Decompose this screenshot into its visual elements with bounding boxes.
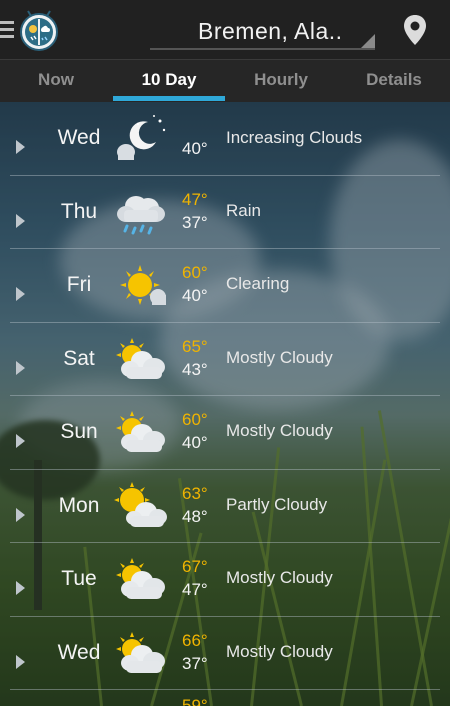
low-temp: 37° [182, 653, 208, 673]
condition-text: Clearing [226, 274, 290, 293]
expand-arrow-icon[interactable] [16, 434, 25, 448]
high-temp: 65° [182, 336, 208, 356]
high-temp: 67° [182, 557, 208, 576]
forecast-row[interactable]: Tue 67° 47° Mostly Cloudy [0, 543, 450, 617]
forecast-row[interactable]: Thu 47° 37° Rain [0, 176, 450, 249]
tab-bar: Now 10 Day Hourly Details [0, 60, 450, 102]
high-temp: 60° [182, 410, 208, 429]
forecast-day: Sat [63, 346, 95, 370]
condition-text: Mostly Cloudy [226, 421, 333, 440]
tab-hourly[interactable]: Hourly [225, 60, 337, 102]
low-temp: 47° [182, 580, 208, 599]
expand-arrow-icon[interactable] [16, 213, 25, 228]
forecast-row[interactable]: Wed 40° Increasing Clouds [0, 102, 450, 176]
hamburger-menu-icon[interactable] [0, 21, 14, 39]
mostly-cloudy-icon [116, 337, 165, 379]
forecast-day: Wed [57, 126, 101, 149]
mostly-cloudy-icon [116, 411, 165, 452]
low-temp: 43° [182, 359, 208, 379]
expand-arrow-icon[interactable] [16, 654, 25, 669]
forecast-row[interactable]: Wed 66° 37° Mostly Cloudy [0, 617, 450, 690]
forecast-row[interactable]: Sat 65° 43° Mostly Cloudy [0, 323, 450, 396]
forecast-day: Thu [60, 199, 98, 223]
condition-text: Mostly Cloudy [226, 641, 333, 661]
forecast-day: Mon [58, 493, 100, 517]
forecast-row[interactable]: Mon 63° 48° Partly Cloudy [0, 470, 450, 543]
condition-text: Mostly Cloudy [226, 347, 333, 367]
location-pin-icon[interactable] [402, 14, 428, 46]
location-selector[interactable]: Bremen, Ala.. [150, 12, 375, 50]
tab-details[interactable]: Details [338, 60, 450, 102]
high-temp: 47° [182, 189, 208, 209]
high-temp: 60° [182, 263, 208, 282]
active-tab-indicator [113, 96, 225, 101]
expand-arrow-icon[interactable] [16, 507, 25, 522]
tab-now[interactable]: Now [0, 60, 112, 102]
expand-arrow-icon[interactable] [16, 140, 25, 154]
expand-arrow-icon[interactable] [16, 360, 25, 375]
dropdown-triangle-icon [361, 34, 375, 48]
low-temp: 40° [182, 139, 208, 158]
condition-text: Partly Cloudy [226, 494, 328, 514]
forecast-day: Tue [61, 567, 97, 590]
mostly-cloudy-icon [116, 631, 165, 673]
condition-text: Mostly Cloudy [226, 568, 333, 587]
forecast-row[interactable]: Sun 60° 40° Mostly Cloudy [0, 396, 450, 470]
high-temp: 63° [182, 483, 208, 503]
forecast-row[interactable]: Fri 60° 40° Clearing [0, 249, 450, 323]
expand-arrow-icon[interactable] [16, 581, 25, 595]
forecast-day: Wed [57, 640, 101, 664]
night-moon-cloud-icon [117, 115, 166, 160]
low-temp: 48° [182, 506, 208, 526]
expand-arrow-icon[interactable] [16, 287, 25, 301]
partial-next-high-temp: 59° [182, 696, 208, 706]
condition-text: Rain [226, 200, 261, 220]
app-header: Bremen, Ala.. [0, 0, 450, 60]
forecast-day: Fri [66, 273, 92, 296]
weatherbug-logo-icon[interactable] [18, 10, 60, 52]
low-temp: 40° [182, 286, 208, 305]
mostly-cloudy-icon [116, 558, 165, 599]
rain-cloud-icon [117, 195, 165, 234]
high-temp: 66° [182, 630, 208, 650]
low-temp: 37° [182, 212, 208, 232]
forecast-day: Sun [60, 420, 98, 443]
partly-cloudy-icon [114, 481, 167, 527]
forecast-list: Wed 40° Increasing Clouds Thu 47° 37° Ra… [0, 102, 450, 690]
sun-clearing-icon [120, 265, 166, 305]
condition-text: Increasing Clouds [226, 128, 363, 147]
low-temp: 40° [182, 433, 208, 452]
location-name: Bremen, Ala.. [198, 18, 343, 44]
row-divider [10, 689, 440, 690]
